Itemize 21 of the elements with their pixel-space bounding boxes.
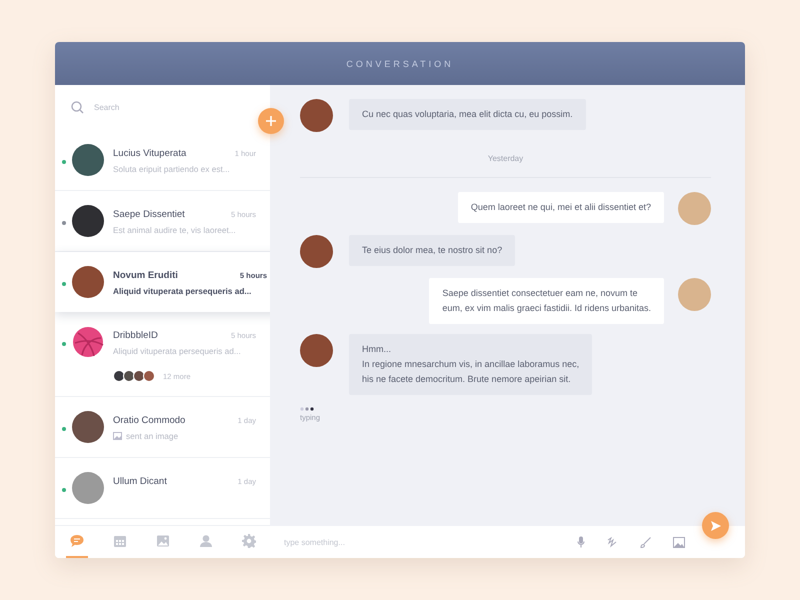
message-text: Saepe dissentiet consectetuer eam ne, novum te: [442, 287, 639, 300]
message-preview: sent an image: [126, 431, 178, 441]
message-text: his ne facete democritum. Brute nemore apeirian sit.: [362, 373, 572, 386]
message-text: Quem laoreet ne qui, mei et alii dissentiet et?: [470, 201, 651, 214]
contact-name: Oratio Commodo: [113, 415, 186, 426]
contact-name: Saepe Dissentiet: [113, 209, 185, 220]
window-title: CONVERSATION: [346, 58, 454, 68]
message-preview: Soluta eripuit partiendo ex est...: [113, 164, 230, 174]
contact-name: Lucius Vituperata: [113, 148, 186, 159]
contact-name: DribbbleID: [113, 330, 158, 341]
date-label: Yesterday: [488, 154, 524, 163]
message-preview: Aliquid vituperata persequeris ad...: [113, 286, 252, 296]
message-text: In regione mnesarchum vis, in ancillae laboramus nec,: [362, 358, 580, 371]
message-text: Te eius dolor mea, te nostro sit no?: [362, 244, 502, 257]
contact-name: Ullum Dicant: [113, 476, 167, 487]
message-text: eum, ex vim malis graeci fastidii. Id ridens urbanitas.: [442, 302, 651, 315]
contact-name: Novum Eruditi: [113, 270, 178, 281]
message-preview: Est animal audire te, vis laoreet...: [113, 225, 236, 235]
message-text: Cu nec quas voluptaria, mea elit dicta cu, eu possim.: [362, 108, 573, 121]
message-text: Hmm...: [362, 343, 392, 356]
message-preview: Aliquid vituperata persequeris ad...: [113, 346, 241, 356]
